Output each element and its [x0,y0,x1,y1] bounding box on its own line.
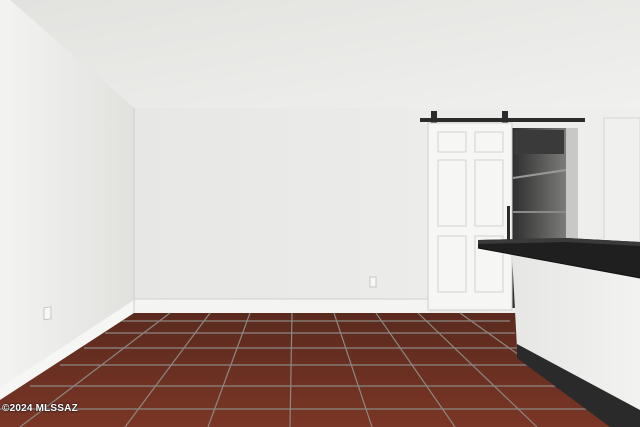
right-wall-panel [603,117,640,244]
copyright-watermark: ©2024 MLSSAZ [2,403,78,414]
door-handle [507,206,510,242]
wall-outlet [369,276,377,288]
barn-door [427,122,513,311]
back-baseboard [134,299,430,313]
wall-outlet [43,306,52,321]
vacant-room-photo: ©2024 MLSSAZ [0,0,640,427]
room-illustration [0,0,640,427]
